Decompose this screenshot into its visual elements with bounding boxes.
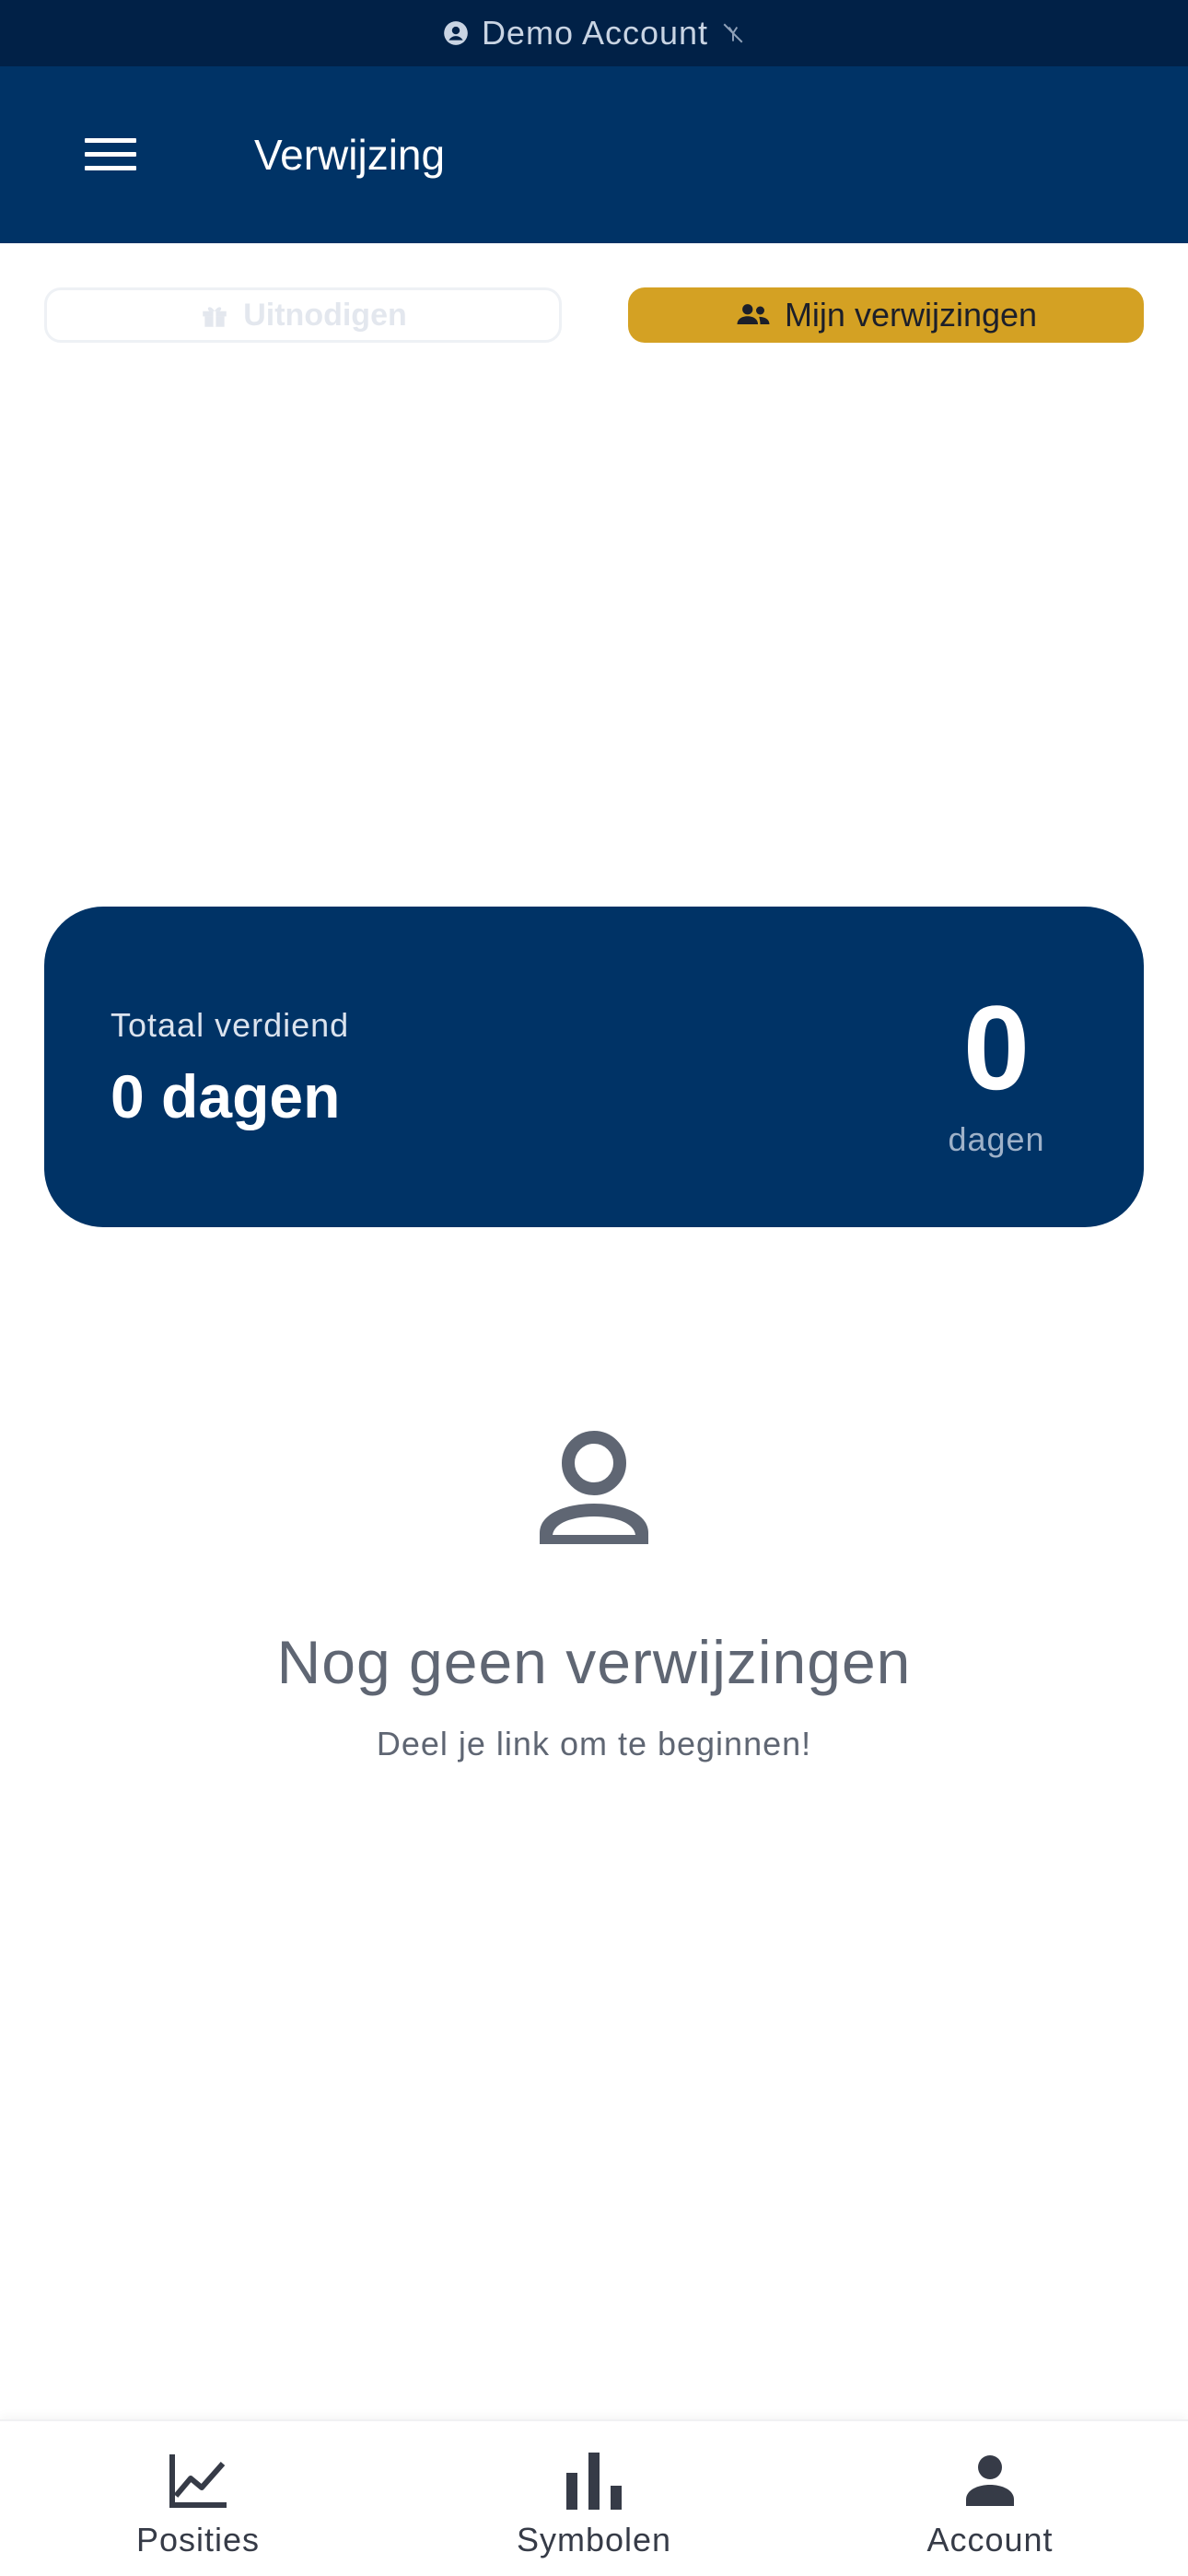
person-outline-icon: [530, 1426, 658, 1553]
nav-label-posities: Posities: [135, 2521, 261, 2558]
nav-label-symbolen: Symbolen: [516, 2521, 672, 2558]
page-title: Verwijzing: [254, 131, 446, 179]
earnings-big-number: 0: [962, 980, 1031, 1115]
hamburger-menu-icon: [85, 138, 136, 170]
nav-item-symbolen[interactable]: Symbolen: [396, 2421, 792, 2576]
people-icon: [735, 301, 772, 329]
empty-state-subtitle: Deel je link om te beginnen!: [376, 1725, 812, 1762]
my-referrals-tab-button[interactable]: Mijn verwijzingen: [628, 287, 1144, 343]
earnings-big-unit: dagen: [948, 1120, 1045, 1158]
nav-item-account[interactable]: Account: [792, 2421, 1188, 2576]
earnings-label: Totaal verdiend: [111, 1006, 350, 1044]
earnings-value: 0 dagen: [111, 1062, 341, 1130]
menu-button[interactable]: [66, 111, 155, 199]
my-referrals-tab-label: Mijn verwijzingen: [784, 296, 1038, 334]
bottom-navigation: Posities Symbolen Account: [0, 2419, 1188, 2576]
nav-item-posities[interactable]: Posities: [0, 2421, 396, 2576]
invite-tab-label: Uitnodigen: [243, 297, 407, 333]
no-signal-icon: [721, 21, 745, 45]
nav-label-account: Account: [926, 2521, 1054, 2558]
gift-icon: [199, 299, 230, 331]
empty-state-title: Nog geen verwijzingen: [276, 1628, 912, 1696]
line-chart-icon: [166, 2449, 230, 2513]
person-icon: [958, 2449, 1022, 2513]
invite-tab-button[interactable]: Uitnodigen: [44, 287, 562, 343]
account-circle-icon: [443, 20, 469, 46]
earnings-card: Totaal verdiend 0 dagen 0 dagen: [44, 907, 1144, 1227]
bar-chart-icon: [562, 2449, 626, 2513]
page: Demo Account Verwijzing Uitnodigen Mijn …: [0, 0, 1188, 2576]
demo-account-banner: Demo Account: [0, 0, 1188, 66]
app-bar: Verwijzing: [0, 66, 1188, 243]
demo-account-label: Demo Account: [481, 14, 709, 52]
